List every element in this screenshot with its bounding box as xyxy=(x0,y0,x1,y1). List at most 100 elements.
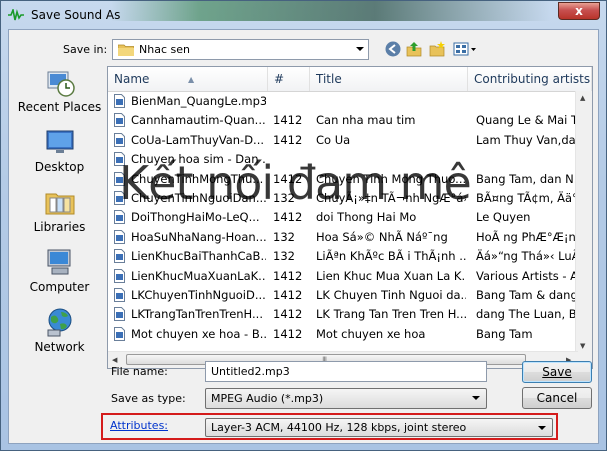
track-number-cell: 1412 xyxy=(273,268,303,283)
artist-cell: BÃ¤ng TÃ¢m, Ää°... xyxy=(476,191,586,205)
place-network[interactable]: Network xyxy=(14,306,105,362)
title-cell: LK Chuyen Tinh Nguoi da... xyxy=(316,288,466,302)
title-cell: Mot chuyen xe hoa xyxy=(316,326,426,341)
file-name-cell: HoaSuNhaNang-Hoan... xyxy=(114,228,266,247)
file-rows: BienMan_QuangLe.mp3 Cannhamautim-Quan... 1… xyxy=(108,92,586,350)
title-cell xyxy=(316,92,466,111)
artist-cell: Le Quyen xyxy=(476,210,531,225)
track-number-cell: 1412 xyxy=(273,132,303,147)
audio-file-icon xyxy=(114,210,125,225)
watermark-text: Kết nối đam mê xyxy=(119,156,472,210)
track-number-cell: 1412 xyxy=(273,113,303,128)
artist-cell: Quang Le & Mai T... xyxy=(476,113,586,128)
scroll-up-icon[interactable]: ▲ xyxy=(580,94,585,102)
scroll-left-icon[interactable]: ◀ xyxy=(112,356,117,364)
title-cell: Can nha mau tim xyxy=(316,113,416,128)
list-header: Name ▲ # Title Contributing artists xyxy=(108,67,592,92)
list-item[interactable]: Cannhamautim-Quan... 1412 Can nha mau tim Q… xyxy=(108,111,586,130)
place-desktop[interactable]: Desktop xyxy=(14,126,105,182)
file-list[interactable]: Name ▲ # Title Contributing artists BienM… xyxy=(107,66,593,369)
list-item[interactable]: LKChuyenTinhNguoiD... 1412 LK Chuyen Tinh … xyxy=(108,286,586,305)
place-libraries[interactable]: Libraries xyxy=(14,186,105,242)
libraries-icon xyxy=(45,193,75,215)
list-item[interactable]: Mot chuyen xe hoa - B... 1412 Mot chuyen x… xyxy=(108,325,578,344)
audio-file-icon xyxy=(114,113,125,128)
audio-file-icon xyxy=(114,94,125,108)
close-button[interactable]: x xyxy=(558,2,600,20)
file-name-cell: Mot chuyen xe hoa - B... xyxy=(114,325,266,344)
title-bar[interactable]: Save Sound As x xyxy=(1,1,606,29)
title-cell: LiÃªn KhÃºc BÃ i ThÃ¡nh ... xyxy=(316,249,466,264)
list-item[interactable]: LienKhucBaiThanhCaB... 132 LiÃªn KhÃºc BÃ … xyxy=(108,247,586,266)
save-in-value: Nhac sen xyxy=(139,43,190,56)
place-label: Recent Places xyxy=(17,100,102,114)
artist-cell xyxy=(476,92,586,111)
list-item[interactable]: CoUa-LamThuyVan-D... 1412 Co Ua Lam Thuy Va… xyxy=(108,131,586,150)
audio-file-icon xyxy=(114,249,125,264)
places-bar: Recent Places Desktop Libraries Computer xyxy=(14,66,105,366)
title-cell: doi Thong Hai Mo xyxy=(316,210,417,225)
attributes-value: Layer-3 ACM, 44100 Hz, 128 kbps, joint s… xyxy=(211,421,467,434)
save-as-type-value: MPEG Audio (*.mp3) xyxy=(211,392,324,405)
file-name-cell: CoUa-LamThuyVan-D... xyxy=(114,131,266,150)
artist-cell: Various Artists - Al... xyxy=(476,268,586,283)
recent-places-icon xyxy=(47,71,75,97)
column-header-number[interactable]: # xyxy=(268,67,310,91)
file-name-input[interactable]: Untitled2.mp3 xyxy=(205,361,487,382)
artist-cell: Bang Tam, dan N... xyxy=(476,171,585,186)
place-label: Desktop xyxy=(34,160,85,174)
artist-cell: HoÃ ng PhÆ°Æ¡n... xyxy=(476,229,586,244)
file-name-cell: LienKhucBaiThanhCaB... xyxy=(114,247,266,266)
dialog-body: Save in: Nhac sen Recent Places Desktop … xyxy=(8,29,599,444)
column-header-name[interactable]: Name ▲ xyxy=(108,67,268,91)
chevron-down-icon xyxy=(356,47,364,51)
save-as-type-dropdown[interactable]: MPEG Audio (*.mp3) xyxy=(205,388,487,409)
chevron-down-icon xyxy=(538,426,546,430)
file-name-cell: LKChuyenTinhNguoiD... xyxy=(114,286,266,305)
artist-cell: Bang Tam & dang... xyxy=(476,288,586,302)
list-item[interactable]: HoaSuNhaNang-Hoan... 132 Hoa Sá»© NhÃ Náº¯… xyxy=(108,228,586,247)
file-name-cell: Cannhamautim-Quan... xyxy=(114,111,266,130)
audio-file-icon xyxy=(114,307,125,322)
folder-icon xyxy=(118,44,134,56)
title-cell: Lien Khuc Mua Xuan La K... xyxy=(316,268,466,283)
save-in-label: Save in: xyxy=(63,43,108,56)
artist-cell: dang The Luan, B... xyxy=(476,307,586,322)
place-computer[interactable]: Computer xyxy=(14,246,105,302)
list-item[interactable]: LKTrangTanTrenTrenH... 1412 LK Trang Tan T… xyxy=(108,305,586,324)
title-cell: LK Trang Tan Tren Tren H... xyxy=(316,307,466,322)
network-icon xyxy=(47,308,72,337)
place-recent-places[interactable]: Recent Places xyxy=(14,66,105,122)
file-name-cell: LKTrangTanTrenTrenH... xyxy=(114,305,266,324)
file-name-cell: DoiThongHaiMo-LeQ... xyxy=(114,208,266,227)
computer-icon xyxy=(47,249,71,275)
save-in-dropdown[interactable]: Nhac sen xyxy=(112,39,369,60)
attributes-link[interactable]: Attributes: xyxy=(110,419,168,432)
up-folder-icon[interactable] xyxy=(406,41,422,57)
track-number-cell: 1412 xyxy=(273,326,303,341)
artist-cell xyxy=(476,150,586,169)
back-icon[interactable] xyxy=(385,41,401,57)
window-title: Save Sound As xyxy=(31,8,121,22)
list-item[interactable]: DoiThongHaiMo-LeQ... 1412 doi Thong Hai Mo… xyxy=(108,208,578,227)
list-item[interactable]: LienKhucMuaXuanLaK... 1412 Lien Khuc Mua X… xyxy=(108,267,586,286)
place-label: Libraries xyxy=(33,220,86,234)
track-number-cell: 1412 xyxy=(273,288,303,302)
view-menu-icon[interactable] xyxy=(453,41,477,57)
column-header-contributing-artists[interactable]: Contributing artists xyxy=(468,67,592,91)
title-cell: Co Ua xyxy=(316,132,351,147)
attributes-dropdown[interactable]: Layer-3 ACM, 44100 Hz, 128 kbps, joint s… xyxy=(205,418,553,437)
audio-file-icon xyxy=(114,268,125,283)
save-button[interactable]: Save xyxy=(522,361,592,383)
desktop-icon xyxy=(46,130,74,153)
new-folder-icon[interactable] xyxy=(429,41,445,57)
track-number-cell xyxy=(273,92,309,111)
column-header-title[interactable]: Title xyxy=(310,67,468,91)
cancel-button[interactable]: Cancel xyxy=(522,387,592,409)
scroll-down-icon[interactable]: ▼ xyxy=(580,342,585,350)
list-item[interactable]: BienMan_QuangLe.mp3 xyxy=(108,92,578,111)
title-cell: Hoa Sá»© NhÃ Náº¯ng xyxy=(316,229,448,244)
vertical-scrollbar[interactable]: ▲ ▼ xyxy=(575,91,592,353)
sort-ascending-icon: ▲ xyxy=(188,75,195,84)
artist-cell: Bang Tam xyxy=(476,326,533,341)
